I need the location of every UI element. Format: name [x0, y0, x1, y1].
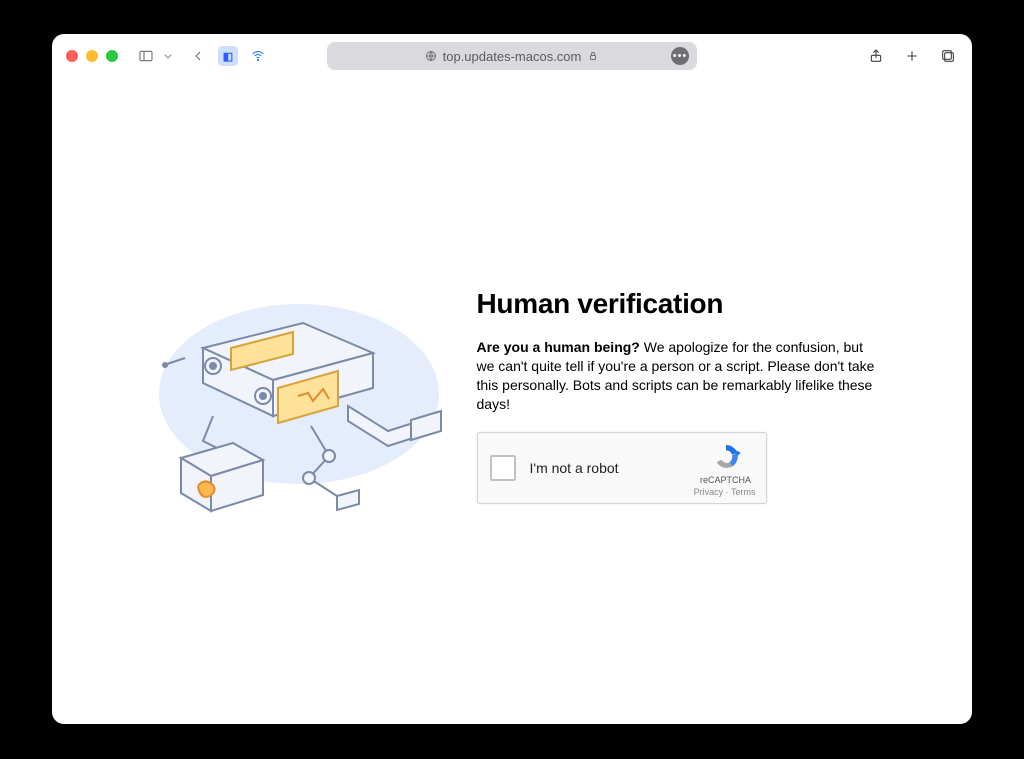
page-actions-button[interactable]: ••• [671, 47, 689, 65]
recaptcha-brand: reCAPTCHA [696, 441, 756, 485]
lead-question: Are you a human being? [477, 339, 640, 355]
recaptcha-brandname: reCAPTCHA [696, 475, 756, 485]
new-tab-button[interactable] [902, 46, 922, 66]
extension-adblock-icon[interactable]: ◧ [218, 46, 238, 66]
page-title: Human verification [477, 288, 882, 320]
page-content: Human verification Are you a human being… [52, 78, 972, 724]
recaptcha-links: Privacy · Terms [694, 487, 756, 497]
chevron-down-icon [158, 46, 178, 66]
share-button[interactable] [866, 46, 886, 66]
robot-illustration [143, 288, 453, 528]
tabs-overview-button[interactable] [938, 46, 958, 66]
window-controls [66, 50, 118, 62]
fullscreen-window-button[interactable] [106, 50, 118, 62]
recaptcha-icon [710, 441, 742, 473]
globe-icon [425, 50, 437, 62]
browser-toolbar: ◧ top.updates-macos.com ••• [52, 34, 972, 78]
page-description: Are you a human being? We apologize for … [477, 338, 882, 414]
recaptcha-widget: I'm not a robot reCAPTCHA Privacy · Term… [477, 432, 767, 504]
address-bar[interactable]: top.updates-macos.com ••• [327, 42, 697, 70]
recaptcha-label: I'm not a robot [530, 460, 619, 476]
verification-text: Human verification Are you a human being… [477, 288, 882, 504]
lock-icon [587, 50, 599, 62]
recaptcha-checkbox[interactable] [490, 455, 516, 481]
back-button[interactable] [188, 46, 208, 66]
recaptcha-privacy-link[interactable]: Privacy [694, 487, 724, 497]
extension-wifi-icon[interactable] [248, 46, 268, 66]
sidebar-toggle[interactable] [136, 46, 178, 66]
address-text: top.updates-macos.com [443, 49, 582, 64]
recaptcha-terms-link[interactable]: Terms [731, 487, 756, 497]
close-window-button[interactable] [66, 50, 78, 62]
minimize-window-button[interactable] [86, 50, 98, 62]
safari-window: ◧ top.updates-macos.com ••• [52, 34, 972, 724]
sidebar-icon [136, 46, 156, 66]
robot-drawing [143, 288, 453, 528]
